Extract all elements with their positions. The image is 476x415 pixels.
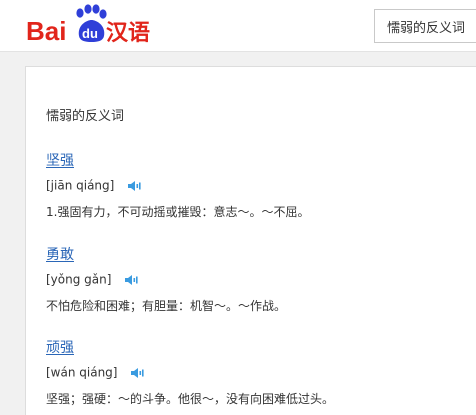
pinyin: [yǒng gǎn] (46, 272, 112, 287)
search-input[interactable] (375, 10, 476, 42)
definition: 坚强；强硬：～的斗争。他很～，没有向困难低过头。 (46, 392, 335, 406)
speaker-icon[interactable] (125, 274, 139, 286)
search-box[interactable] (374, 9, 476, 43)
antonym-word-link[interactable]: 坚强 (46, 150, 74, 170)
pronunciation: [yǒng gǎn] (46, 272, 139, 287)
logo-text-cn: 汉语 (106, 21, 150, 46)
baidu-hanyu-logo[interactable]: Bai du 汉语 (26, 3, 156, 49)
antonym-word-link[interactable]: 勇敢 (46, 244, 74, 264)
logo-text-du: du (82, 26, 98, 41)
pronunciation: [wán qiáng] (46, 365, 145, 380)
pronunciation: [jiān qiáng] (46, 178, 142, 193)
definition: 不怕危险和困难；有胆量：机智～。～作战。 (46, 299, 287, 313)
pinyin: [jiān qiáng] (46, 178, 115, 193)
antonym-word-link[interactable]: 顽强 (46, 337, 74, 357)
page-title: 懦弱的反义词 (46, 109, 125, 124)
results-card: 懦弱的反义词 坚强 [jiān qiáng] 1.强固有力，不可动摇或摧毁：意志… (25, 66, 476, 415)
header: Bai du 汉语 (0, 0, 476, 52)
speaker-icon[interactable] (128, 180, 142, 192)
logo-text-bai: Bai (26, 16, 66, 46)
definition: 1.强固有力，不可动摇或摧毁：意志～。～不屈。 (46, 205, 310, 219)
pinyin: [wán qiáng] (46, 365, 118, 380)
antonym-entry: 坚强 [jiān qiáng] 1.强固有力，不可动摇或摧毁：意志～。～不屈。 (46, 150, 309, 219)
speaker-icon[interactable] (131, 367, 145, 379)
antonym-entry: 勇敢 [yǒng gǎn] 不怕危险和困难；有胆量：机智～。～作战。 (46, 244, 286, 313)
antonym-entry: 顽强 [wán qiáng] 坚强；强硬：～的斗争。他很～，没有向困难低过头。 (46, 337, 334, 406)
